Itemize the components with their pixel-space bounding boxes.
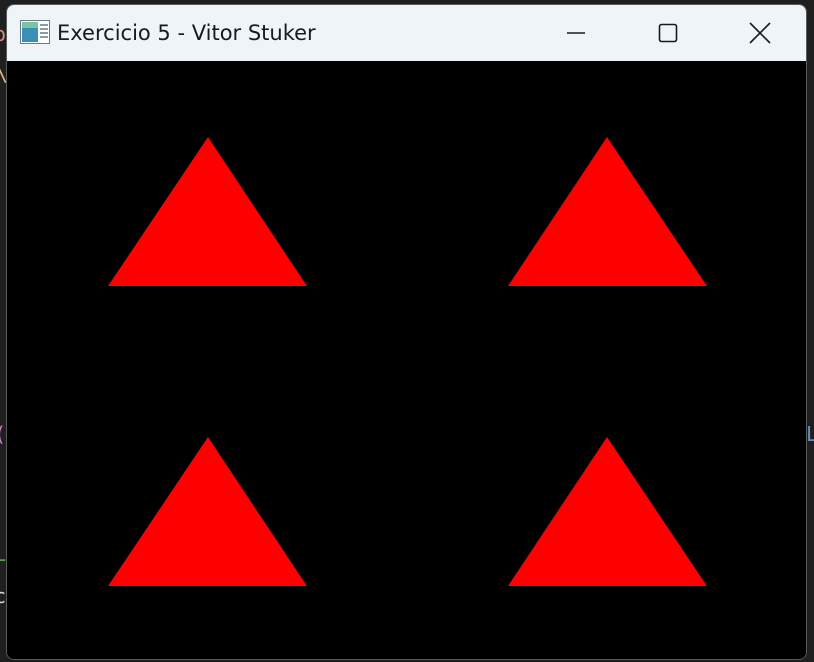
render-canvas[interactable] xyxy=(7,61,806,659)
background-code-glyph: L xyxy=(806,422,814,446)
triangle-top-left xyxy=(108,137,307,286)
canvas-drawing xyxy=(108,137,707,586)
app-window: Exercicio 5 - Vitor Stuker xyxy=(6,4,807,660)
window-title: Exercicio 5 - Vitor Stuker xyxy=(57,21,316,45)
app-window-icon xyxy=(20,20,50,44)
triangle-top-right xyxy=(508,137,707,286)
minimize-button[interactable] xyxy=(530,5,622,61)
maximize-icon xyxy=(658,23,678,43)
close-button[interactable] xyxy=(714,5,806,61)
title-bar[interactable]: Exercicio 5 - Vitor Stuker xyxy=(7,5,806,61)
close-icon xyxy=(749,22,771,44)
maximize-button[interactable] xyxy=(622,5,714,61)
triangle-bottom-right xyxy=(508,437,707,586)
minimize-icon xyxy=(567,32,585,34)
triangle-bottom-left xyxy=(108,437,307,586)
